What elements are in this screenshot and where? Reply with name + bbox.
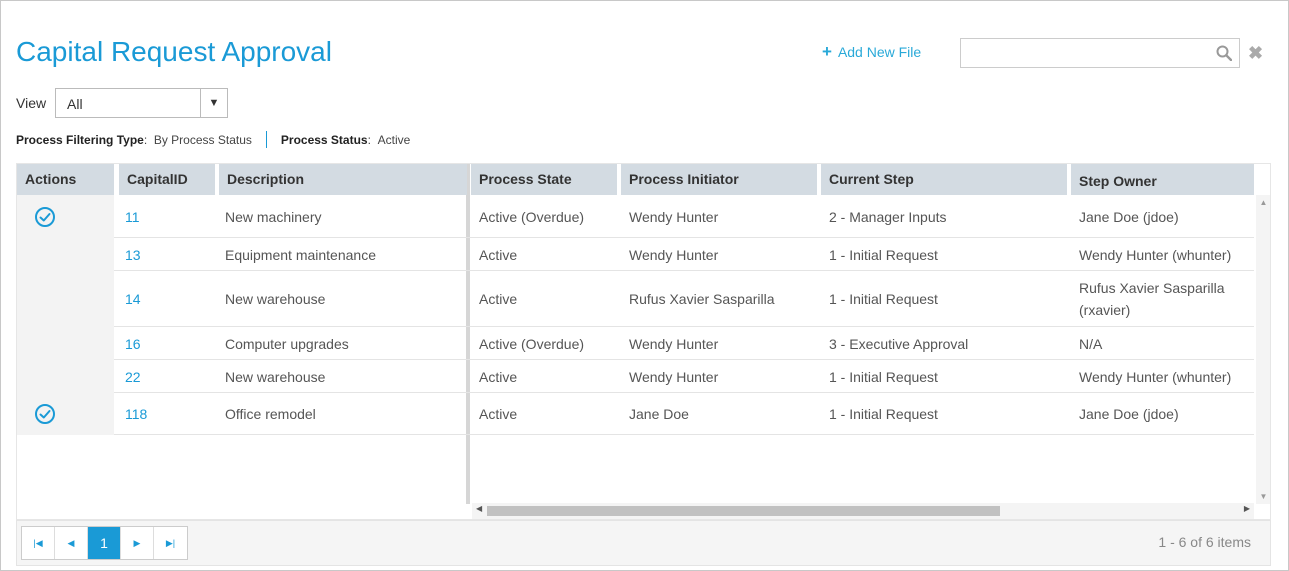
header-current-step[interactable]: Current Step [821, 164, 1067, 195]
filter-summary: Process Filtering Type: By Process Statu… [16, 131, 411, 148]
actions-cell [17, 393, 114, 435]
view-select-value: All [67, 96, 83, 112]
view-label: View [16, 95, 47, 111]
filter-type-label: Process Filtering Type [16, 132, 144, 147]
vertical-scrollbar[interactable]: ▲ ▼ [1256, 195, 1270, 504]
close-icon[interactable]: ✖ [1248, 43, 1263, 64]
initiator-cell: Rufus Xavier Sasparilla [629, 291, 775, 307]
owner-cell: Rufus Xavier Sasparilla (rxavier) [1079, 277, 1252, 321]
horizontal-scrollbar[interactable]: ◀ ▶ [472, 503, 1254, 519]
capital-id-link[interactable]: 118 [125, 403, 211, 425]
owner-cell: Jane Doe (jdoe) [1079, 208, 1179, 225]
filter-type-value: By Process Status [153, 132, 252, 147]
description-cell: Computer upgrades [225, 335, 349, 352]
owner-username: (rxavier) [1079, 302, 1131, 318]
actions-cell [17, 238, 114, 271]
actions-cell [17, 271, 114, 327]
check-circle-icon[interactable] [34, 403, 56, 425]
header-capitalid[interactable]: CapitalID [119, 164, 215, 195]
actions-cell [17, 327, 114, 360]
state-cell: Active [479, 246, 518, 263]
state-cell: Active [479, 291, 518, 307]
data-grid: ▲ ▼ ◀ ▶ Actions CapitalID Description Proce… [16, 163, 1271, 520]
capital-id-link[interactable]: 16 [125, 333, 211, 355]
header-process-state[interactable]: Process State [471, 164, 617, 195]
caret-down-icon[interactable]: ▼ [200, 89, 227, 117]
initiator-cell: Jane Doe [629, 406, 689, 422]
pager-bar: |◀ ◀ 1 ▶ ▶| 1 - 6 of 6 items [16, 520, 1271, 566]
initiator-cell: Wendy Hunter [629, 335, 719, 352]
add-new-file-label: Add New File [837, 44, 922, 60]
add-new-file-button[interactable]: + Add New File [822, 42, 922, 61]
initiator-cell: Wendy Hunter [629, 246, 719, 263]
prev-page-icon[interactable]: ◀ [55, 527, 88, 559]
header-description[interactable]: Description [219, 164, 467, 195]
capital-id-link[interactable]: 13 [125, 244, 211, 266]
scroll-left-icon[interactable]: ◀ [476, 504, 482, 513]
process-status-value: Active [377, 132, 411, 147]
step-cell: 2 - Manager Inputs [829, 208, 947, 225]
capital-id-link[interactable]: 14 [125, 288, 211, 310]
pager: |◀ ◀ 1 ▶ ▶| [21, 526, 188, 560]
header-actions[interactable]: Actions [17, 164, 114, 195]
items-info: 1 - 6 of 6 items [1158, 534, 1251, 550]
initiator-cell: Wendy Hunter [629, 368, 719, 385]
owner-cell: Jane Doe (jdoe) [1079, 406, 1179, 422]
header-process-initiator[interactable]: Process Initiator [621, 164, 817, 195]
owner-cell: N/A [1079, 335, 1103, 352]
search-icon[interactable] [1216, 45, 1232, 61]
state-cell: Active (Overdue) [479, 208, 585, 225]
step-cell: 1 - Initial Request [829, 368, 938, 385]
actions-cell [17, 195, 114, 238]
description-cell: Equipment maintenance [225, 246, 376, 263]
owner-cell: Wendy Hunter (whunter) [1079, 246, 1232, 263]
actions-cell [17, 360, 114, 393]
last-page-icon[interactable]: ▶| [154, 527, 187, 559]
search-box [960, 38, 1240, 68]
view-select[interactable]: All ▼ [55, 88, 228, 118]
search-input[interactable] [961, 39, 1201, 67]
plus-icon: + [822, 42, 832, 61]
first-page-icon[interactable]: |◀ [22, 527, 55, 559]
description-cell: New warehouse [225, 368, 326, 385]
capital-id-link[interactable]: 11 [125, 206, 211, 228]
owner-cell: Wendy Hunter (whunter) [1079, 368, 1232, 385]
description-cell: New warehouse [225, 291, 326, 307]
next-page-icon[interactable]: ▶ [121, 527, 154, 559]
step-cell: 1 - Initial Request [829, 406, 938, 422]
check-circle-icon[interactable] [34, 206, 56, 228]
step-cell: 1 - Initial Request [829, 291, 938, 307]
state-cell: Active (Overdue) [479, 335, 585, 352]
capital-id-link[interactable]: 22 [125, 366, 211, 388]
scroll-right-icon[interactable]: ▶ [1244, 504, 1250, 513]
state-cell: Active [479, 406, 518, 422]
page-number-button[interactable]: 1 [88, 527, 121, 559]
scroll-down-icon[interactable]: ▼ [1256, 492, 1270, 501]
owner-line: Rufus Xavier Sasparilla [1079, 280, 1225, 296]
state-cell: Active [479, 368, 518, 385]
page-title: Capital Request Approval [16, 36, 332, 67]
filter-divider [265, 131, 267, 148]
description-cell: New machinery [225, 208, 322, 225]
description-cell: Office remodel [225, 406, 316, 422]
scroll-up-icon[interactable]: ▲ [1256, 198, 1270, 207]
initiator-cell: Wendy Hunter [629, 208, 719, 225]
step-cell: 3 - Executive Approval [829, 335, 969, 352]
header-step-owner[interactable]: Step Owner [1071, 164, 1254, 195]
scrollbar-thumb[interactable] [487, 506, 1000, 516]
step-cell: 1 - Initial Request [829, 246, 938, 263]
process-status-label: Process Status [280, 132, 368, 147]
